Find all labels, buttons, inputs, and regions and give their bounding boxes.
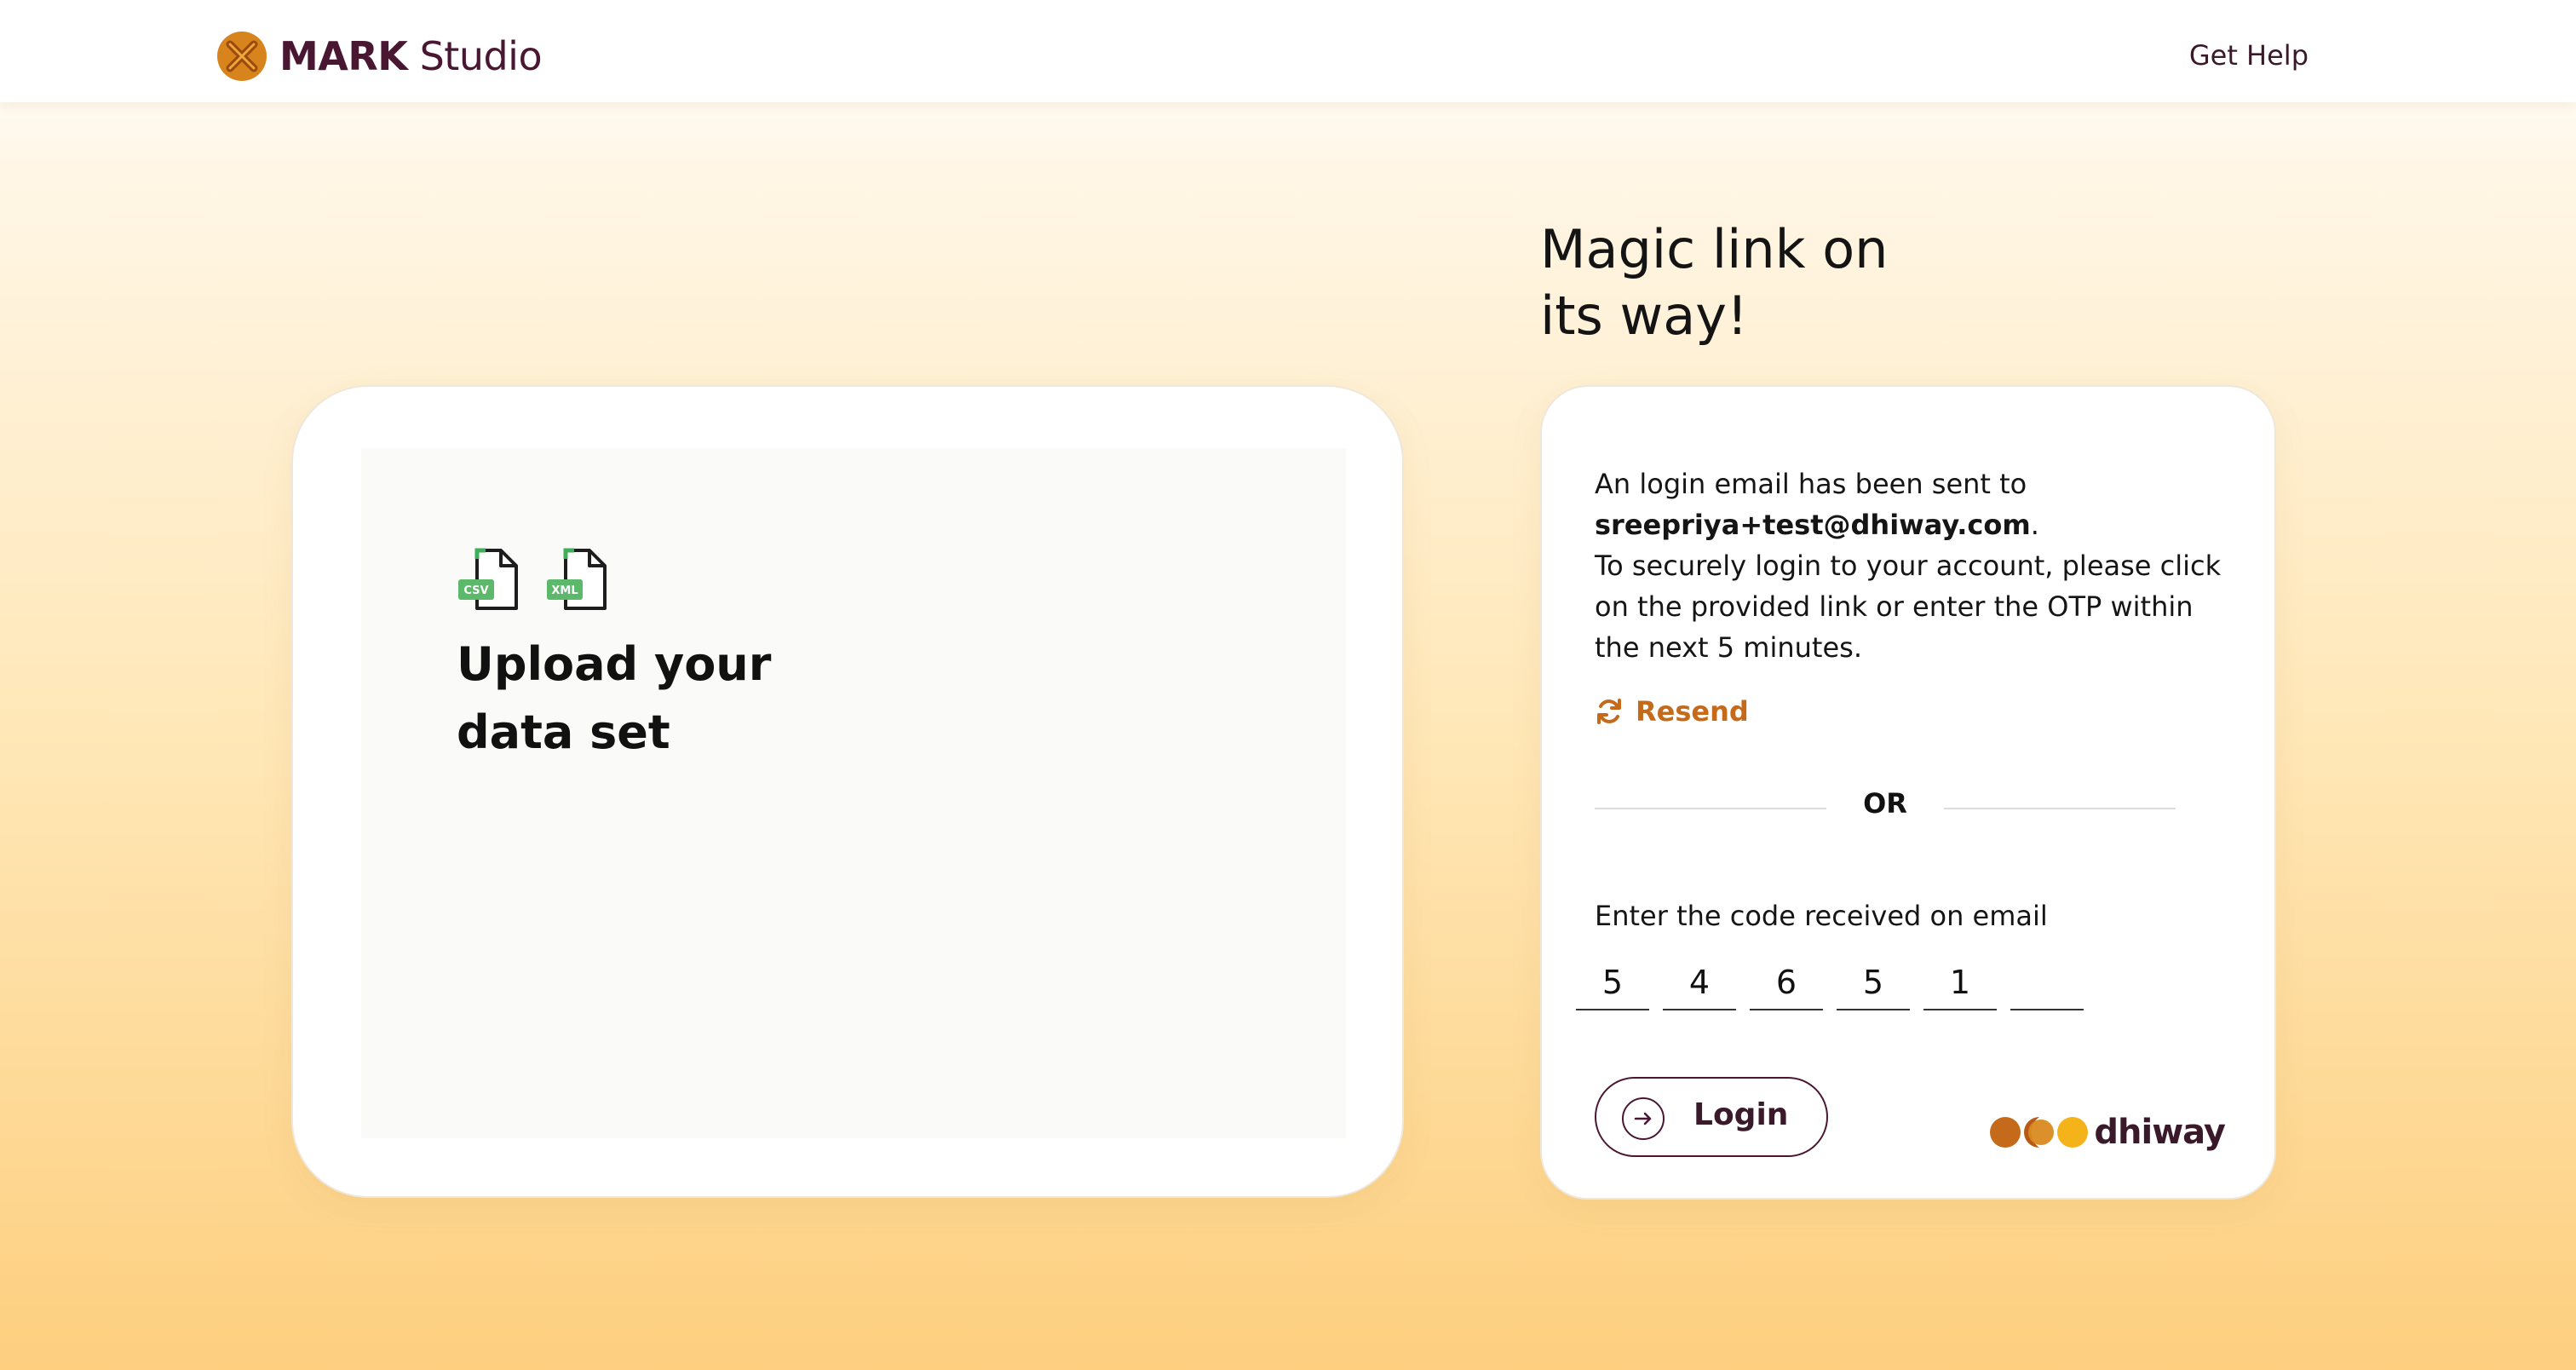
login-label: Login (1693, 1097, 1789, 1132)
or-line-right (1944, 808, 2176, 809)
magic-title-line-1: Magic link on (1540, 218, 1889, 280)
message-intro: An login email has been sent to (1595, 468, 2027, 500)
otp-digit-1[interactable] (1576, 956, 1649, 1010)
top-header: MARK Studio Get Help (0, 0, 2576, 102)
dhiway-name: dhiway (2094, 1113, 2226, 1152)
otp-digit-6[interactable] (2010, 956, 2084, 1010)
brand-name-light: Studio (419, 33, 543, 79)
upload-title-line-2: data set (457, 705, 670, 759)
upload-title: Upload your data set (457, 630, 771, 767)
otp-digit-3[interactable] (1750, 956, 1823, 1010)
magic-link-title: Magic link on its way! (1540, 216, 1888, 349)
xml-tag: XML (551, 584, 578, 597)
csv-file-icon: CSV (458, 548, 518, 610)
file-type-icons: CSV XML (457, 547, 608, 612)
get-help-link[interactable]: Get Help (2189, 39, 2309, 72)
message-email-line: sreepriya+test@dhiway.com. (1595, 504, 2225, 545)
or-divider: OR (1595, 787, 2176, 821)
login-button[interactable]: Login (1595, 1077, 1828, 1157)
upload-title-line-1: Upload your (457, 637, 772, 691)
message-body: To securely login to your account, pleas… (1595, 550, 2222, 664)
mark-studio-logo-icon (217, 32, 267, 81)
email-suffix: . (2030, 509, 2039, 541)
otp-digit-4[interactable] (1837, 956, 1910, 1010)
xml-file-icon: XML (547, 548, 607, 610)
resend-label: Resend (1636, 695, 1749, 728)
or-label: OR (1863, 787, 1907, 820)
brand-name-bold: MARK (279, 33, 408, 79)
arrow-right-icon (1622, 1097, 1665, 1140)
brand-name: MARK Studio (279, 33, 543, 79)
csv-tag: CSV (463, 584, 488, 597)
brand-logo-link[interactable]: MARK Studio (216, 31, 543, 82)
sent-email-address: sreepriya+test@dhiway.com (1595, 509, 2031, 541)
otp-digit-2[interactable] (1663, 956, 1736, 1010)
otp-digit-5[interactable] (1923, 956, 1997, 1010)
resend-button[interactable]: Resend (1595, 695, 1749, 728)
otp-input-group (1576, 956, 2084, 1010)
dhiway-logo: dhiway (1990, 1113, 2226, 1152)
magic-title-line-2: its way! (1540, 285, 1748, 347)
upload-card-inner: CSV XML Upload your data set (361, 448, 1346, 1138)
login-card: An login email has been sent to sreepriy… (1540, 385, 2276, 1200)
dhiway-dots-icon (1990, 1117, 2089, 1148)
upload-card: CSV XML Upload your data set (291, 385, 1404, 1198)
otp-label: Enter the code received on email (1595, 900, 2048, 932)
login-message: An login email has been sent to sreepriy… (1595, 463, 2225, 668)
refresh-icon (1597, 699, 1621, 724)
